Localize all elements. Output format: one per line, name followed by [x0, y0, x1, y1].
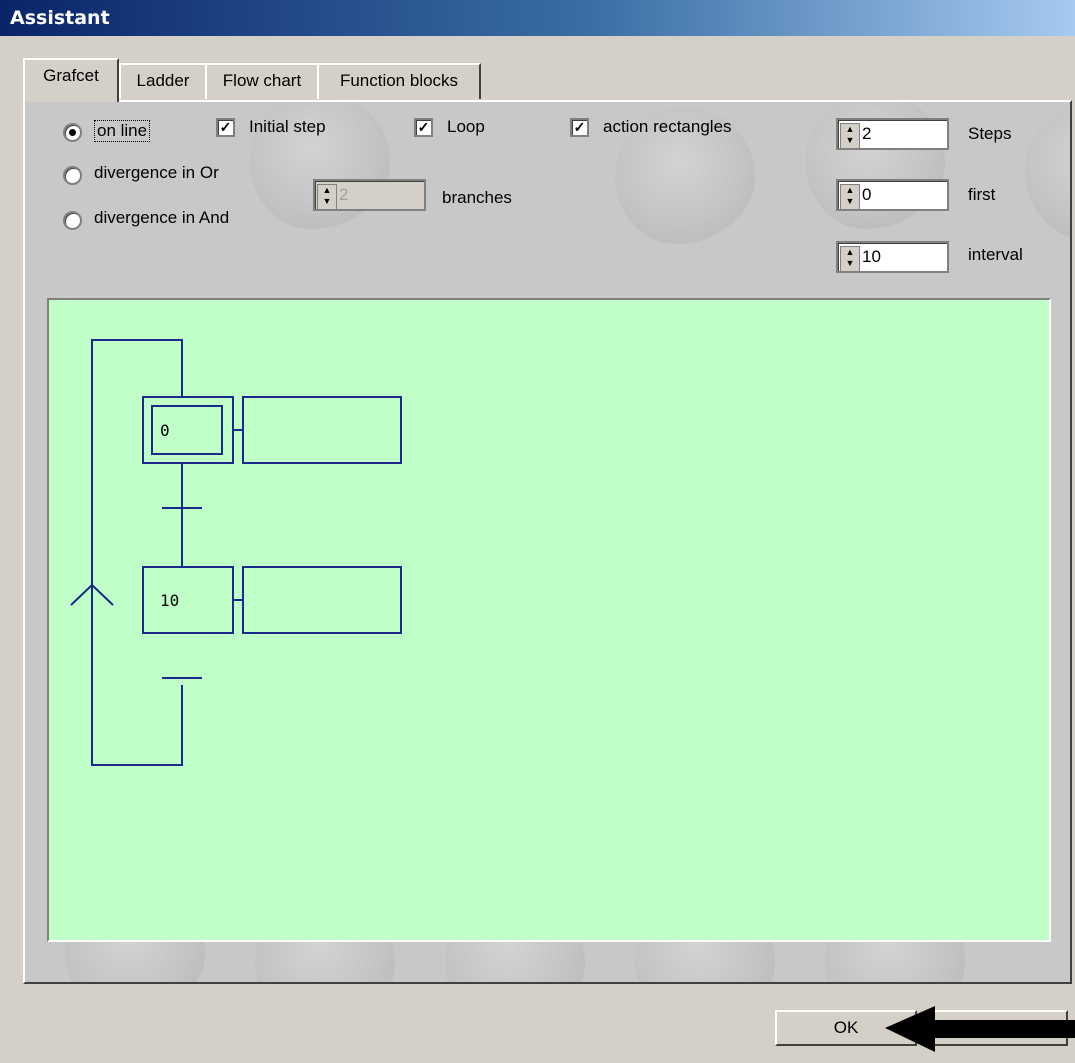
spin-arrows-icon[interactable]: ▲ ▼ [840, 123, 860, 149]
divergence-or-label[interactable]: divergence in Or [94, 163, 219, 183]
action-rectangles-checkbox[interactable]: ✓ [570, 118, 589, 137]
action-rectangles-label[interactable]: action rectangles [603, 117, 732, 137]
pointer-arrow-icon [885, 1006, 1075, 1052]
tab-function-blocks[interactable]: Function blocks [317, 63, 481, 99]
tab-flow-chart[interactable]: Flow chart [205, 63, 319, 99]
spin-arrows-icon[interactable]: ▲ ▼ [840, 246, 860, 272]
watermark-logo [1025, 102, 1070, 242]
spin-arrows-icon[interactable]: ▲ ▼ [840, 184, 860, 210]
first-label: first [968, 185, 996, 204]
tab-grafcet[interactable]: Grafcet [23, 58, 119, 102]
interval-value: 10 [862, 247, 881, 266]
divergence-and-label[interactable]: divergence in And [94, 208, 229, 228]
divergence-or-radio[interactable] [63, 166, 82, 185]
action-rectangle [242, 396, 402, 464]
tab-ladder[interactable]: Ladder [119, 63, 207, 99]
loop-checkbox[interactable]: ✓ [414, 118, 433, 137]
spin-arrows-icon[interactable]: ▲ ▼ [317, 184, 337, 210]
window-title: Assistant [10, 7, 110, 29]
branches-value: 2 [339, 185, 349, 204]
interval-spinner[interactable]: ▲ ▼ 10 [836, 241, 949, 273]
grafcet-diagram: 0 10 [70, 339, 402, 766]
initial-step-label[interactable]: Initial step [249, 117, 326, 137]
interval-label: interval [968, 245, 1023, 264]
on-line-label[interactable]: on line [94, 120, 151, 142]
on-line-radio[interactable] [63, 123, 82, 142]
step-box [142, 566, 234, 634]
steps-value: 2 [862, 124, 872, 143]
branches-label: branches [442, 188, 512, 207]
loop-label[interactable]: Loop [447, 117, 485, 137]
steps-spinner[interactable]: ▲ ▼ 2 [836, 118, 949, 150]
grafcet-preview[interactable]: 0 10 [47, 298, 1051, 942]
divergence-and-radio[interactable] [63, 211, 82, 230]
branches-spinner[interactable]: ▲ ▼ 2 [313, 179, 426, 211]
loop-line [91, 339, 183, 766]
first-spinner[interactable]: ▲ ▼ 0 [836, 179, 949, 211]
initial-step-checkbox[interactable]: ✓ [216, 118, 235, 137]
steps-label: Steps [968, 124, 1012, 143]
step-label-10: 10 [160, 591, 179, 610]
title-bar[interactable]: Assistant [0, 0, 1075, 36]
step-label-0: 0 [160, 421, 170, 440]
action-rectangle [242, 566, 402, 634]
first-value: 0 [862, 185, 872, 204]
